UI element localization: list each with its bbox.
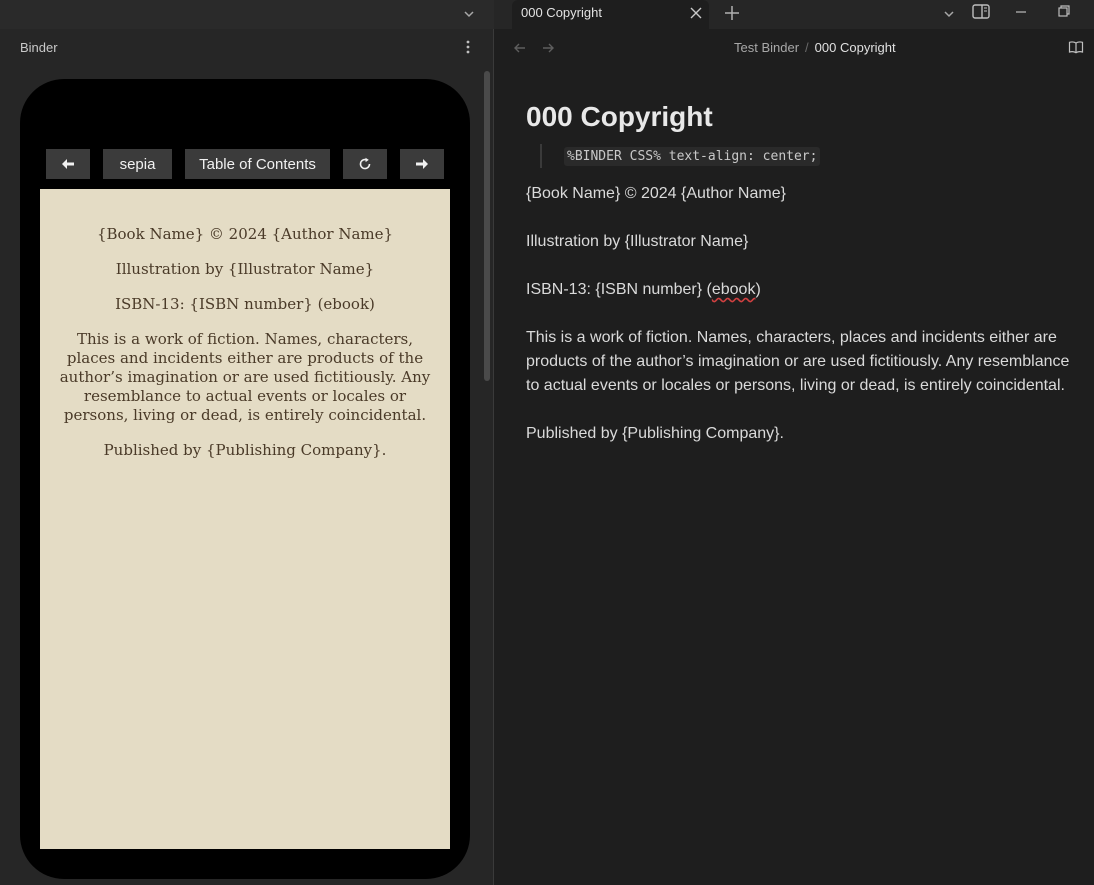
sidebar-tab-strip	[0, 0, 494, 29]
scrollbar[interactable]	[484, 71, 490, 381]
tab-000-copyright[interactable]: 000 Copyright	[512, 0, 709, 29]
inline-code: %BINDER CSS% text-align: center;	[564, 147, 821, 166]
tab-list-chevron-icon[interactable]	[942, 7, 956, 21]
isbn-text: ISBN-13: {ISBN number} (	[526, 281, 712, 298]
minimize-icon[interactable]	[1010, 3, 1032, 21]
breadcrumb-parent[interactable]: Test Binder	[734, 40, 799, 55]
title-bar: 000 Copyright	[0, 0, 1094, 29]
spellcheck-word: ebook	[711, 281, 756, 298]
breadcrumb: Test Binder / 000 Copyright	[734, 40, 896, 55]
reader-copyright-line: {Book Name} © 2024 {Author Name}	[96, 225, 394, 243]
table-of-contents-button[interactable]: Table of Contents	[185, 149, 330, 179]
breadcrumb-current[interactable]: 000 Copyright	[815, 40, 896, 55]
isbn-close-paren: )	[755, 281, 761, 298]
more-options-icon[interactable]	[460, 39, 476, 55]
doc-publisher-line: Published by {Publishing Company}.	[526, 425, 784, 442]
refresh-icon	[359, 157, 371, 170]
theme-button[interactable]: sepia	[103, 149, 172, 179]
close-icon[interactable]	[689, 6, 703, 20]
doc-copyright-line: {Book Name} © 2024 {Author Name}	[526, 185, 786, 202]
doc-isbn-line: ISBN-13: {ISBN number} (ebook)	[526, 278, 1086, 302]
restore-icon[interactable]	[1053, 3, 1075, 21]
sidebar-toggle-icon[interactable]	[970, 3, 992, 21]
back-arrow-icon[interactable]	[512, 40, 528, 56]
forward-arrow-icon[interactable]	[540, 40, 556, 56]
css-code-block: %BINDER CSS% text-align: center;	[540, 144, 1086, 168]
reader-publisher-line: Published by {Publishing Company}.	[103, 441, 387, 459]
doc-disclaimer: This is a work of fiction. Names, charac…	[526, 329, 1070, 394]
reader-illustration-line: Illustration by {Illustrator Name}	[115, 260, 375, 278]
refresh-button[interactable]	[343, 149, 387, 179]
book-open-icon[interactable]	[1068, 39, 1084, 55]
pane-title: Binder	[20, 40, 58, 55]
prev-page-button[interactable]	[46, 149, 90, 179]
arrow-left-icon	[62, 159, 74, 169]
reader-disclaimer: This is a work of fiction. Names, charac…	[59, 330, 431, 424]
breadcrumb-separator: /	[805, 40, 809, 55]
chevron-down-icon[interactable]	[462, 7, 476, 21]
tab-title: 000 Copyright	[521, 5, 602, 20]
binder-pane: Binder sepia Table of Contents {Book Nam…	[0, 29, 493, 885]
document-title: 000 Copyright	[526, 101, 713, 132]
editor-pane: Test Binder / 000 Copyright 000 Copyright …	[494, 29, 1094, 885]
new-tab-icon[interactable]	[723, 4, 741, 22]
doc-illustration-line: Illustration by {Illustrator Name}	[526, 233, 749, 250]
arrow-right-icon	[416, 159, 428, 169]
phone-preview-frame: sepia Table of Contents {Book Name} © 20…	[20, 79, 470, 879]
next-page-button[interactable]	[400, 149, 444, 179]
reader-isbn-line: ISBN-13: {ISBN number} (ebook)	[115, 295, 375, 313]
reader-toolbar: sepia Table of Contents	[46, 149, 444, 179]
document-content[interactable]: 000 Copyright %BINDER CSS% text-align: c…	[526, 99, 1086, 470]
sepia-reader-page: {Book Name} © 2024 {Author Name} Illustr…	[40, 189, 450, 849]
